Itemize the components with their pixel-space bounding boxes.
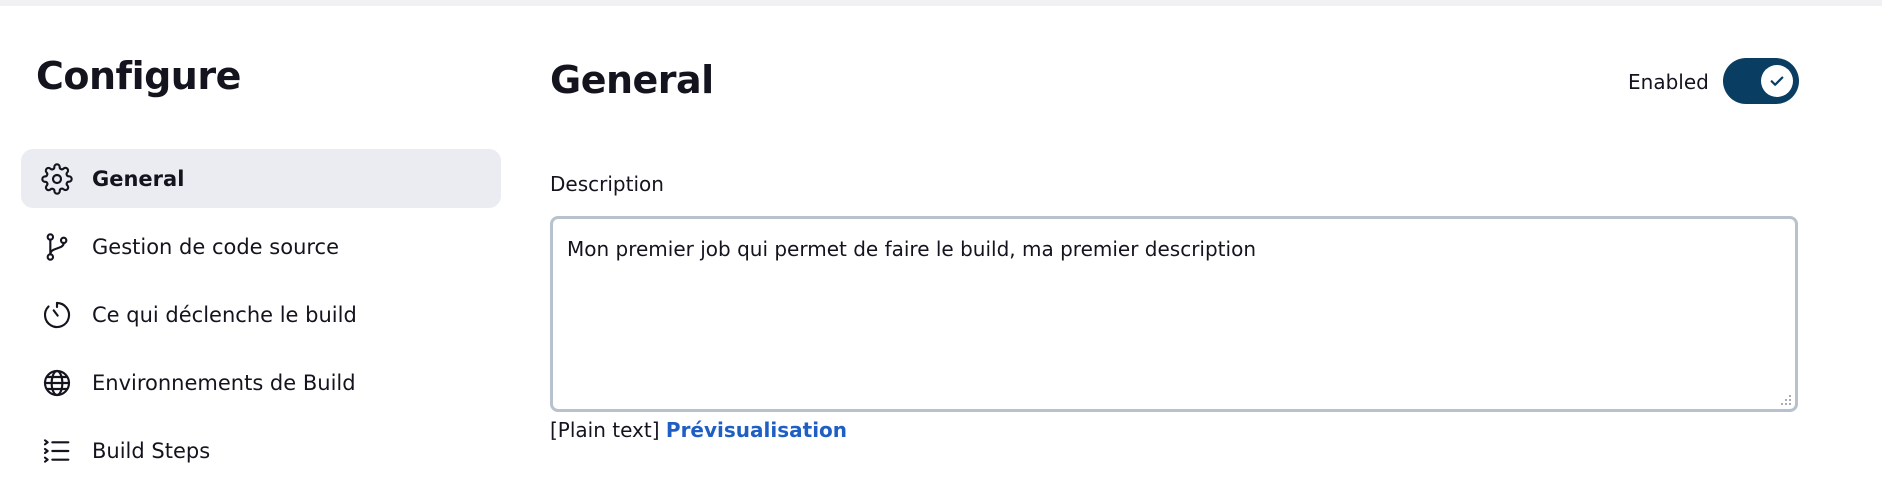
description-footer: [Plain text] Prévisualisation (550, 418, 847, 442)
list-steps-icon (40, 434, 74, 468)
description-textarea[interactable]: Mon premier job qui permet de faire le b… (550, 216, 1798, 412)
branch-icon (40, 230, 74, 264)
sidebar-item-environnements[interactable]: Environnements de Build (21, 353, 501, 412)
check-icon (1770, 76, 1784, 86)
sidebar-item-build-steps[interactable]: Build Steps (21, 421, 501, 480)
sidebar-item-label: Gestion de code source (92, 234, 340, 259)
gear-icon (40, 162, 74, 196)
page-edge (1882, 0, 1888, 467)
resize-handle-icon[interactable] (1780, 394, 1792, 406)
sidebar-item-label: Ce qui déclenche le build (92, 302, 357, 327)
globe-icon (40, 366, 74, 400)
enabled-toggle[interactable] (1723, 58, 1799, 104)
section-title: General (550, 58, 714, 102)
sidebar-item-declencheurs[interactable]: Ce qui déclenche le build (21, 285, 501, 344)
sidebar-item-gestion-code-source[interactable]: Gestion de code source (21, 217, 501, 276)
timer-icon (40, 298, 74, 332)
toggle-knob (1761, 65, 1793, 97)
sidebar-item-general[interactable]: General (21, 149, 501, 208)
sidebar-item-label: Build Steps (92, 438, 211, 463)
enabled-label: Enabled (1628, 70, 1709, 94)
preview-link[interactable]: Prévisualisation (666, 418, 847, 442)
format-label: [Plain text] (550, 418, 660, 442)
description-label: Description (550, 172, 664, 196)
sidebar-item-label: Environnements de Build (92, 370, 356, 395)
sidebar-item-label: General (92, 166, 185, 191)
top-bar (0, 0, 1888, 6)
sidebar-title: Configure (36, 54, 241, 98)
